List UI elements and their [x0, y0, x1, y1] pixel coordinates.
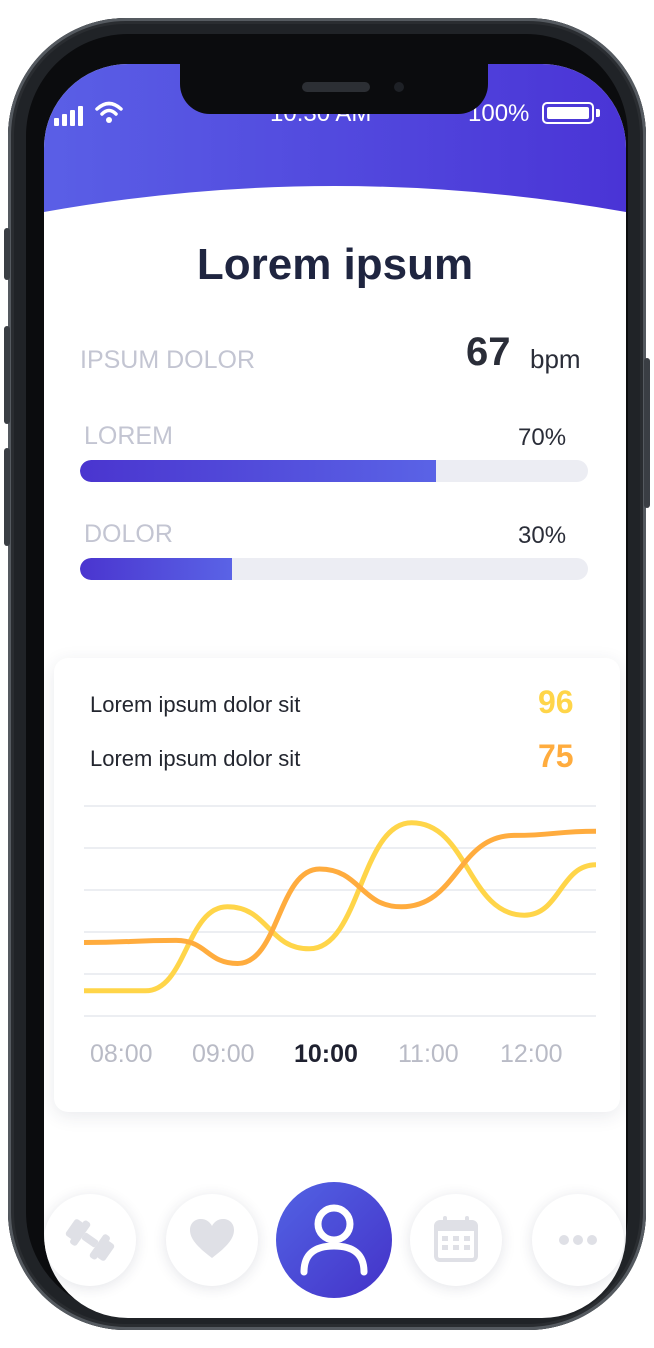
speaker-grille: [302, 82, 370, 92]
screen: 10:30 AM 100% Lorem ipsum IPSUM DOLOR 67…: [44, 64, 626, 1318]
progress-fill-dolor: [80, 558, 233, 580]
nav-workout-button[interactable]: [44, 1194, 136, 1286]
chart-card: Lorem ipsum dolor sit 96 Lorem ipsum dol…: [54, 658, 620, 1112]
metric-value: 67: [466, 330, 511, 374]
signal-icon: [54, 106, 83, 126]
dumbbell-icon: [65, 1219, 115, 1261]
series-line-2: [84, 828, 596, 967]
progress-percent-dolor: 30%: [518, 522, 567, 549]
metric-label: IPSUM DOLOR: [80, 346, 256, 374]
x-tick-label[interactable]: 10:00: [294, 1040, 358, 1069]
heart-icon: [190, 1219, 234, 1258]
legend-label-1: Lorem ipsum dolor sit: [90, 692, 301, 717]
progress-label-lorem: LOREM: [84, 422, 173, 450]
silent-switch: [4, 228, 10, 280]
progress-fill-lorem: [80, 460, 436, 482]
progress-percent-lorem: 70%: [518, 424, 567, 451]
x-tick-label[interactable]: 09:00: [192, 1040, 255, 1069]
nav-more-button[interactable]: [532, 1194, 624, 1286]
user-icon: [300, 1204, 368, 1276]
wifi-icon: [95, 101, 123, 123]
more-icon: [559, 1235, 597, 1245]
volume-down-button: [4, 448, 10, 546]
progress-track-lorem: [80, 460, 588, 482]
x-tick-label[interactable]: 11:00: [398, 1040, 459, 1069]
battery-icon: [542, 102, 594, 124]
legend-value-2: 75: [538, 738, 574, 774]
x-tick-label[interactable]: 12:00: [500, 1040, 563, 1069]
legend-value-1: 96: [538, 684, 574, 720]
phone-frame: 10:30 AM 100% Lorem ipsum IPSUM DOLOR 67…: [4, 18, 650, 1330]
legend-label-2: Lorem ipsum dolor sit: [90, 746, 301, 771]
progress-label-dolor: DOLOR: [84, 520, 173, 548]
calendar-icon: [434, 1216, 478, 1262]
x-tick-label[interactable]: 08:00: [90, 1040, 153, 1069]
nav-health-button[interactable]: [166, 1194, 258, 1286]
line-chart: [84, 805, 596, 1017]
progress-track-dolor: [80, 558, 588, 580]
metric-unit: bpm: [530, 344, 581, 374]
nav-profile-button[interactable]: [276, 1182, 392, 1298]
power-button: [644, 358, 650, 508]
front-camera: [394, 82, 404, 92]
nav-calendar-button[interactable]: [410, 1194, 502, 1286]
volume-up-button: [4, 326, 10, 424]
battery-tip: [596, 109, 600, 117]
page-title: Lorem ipsum: [196, 240, 474, 289]
